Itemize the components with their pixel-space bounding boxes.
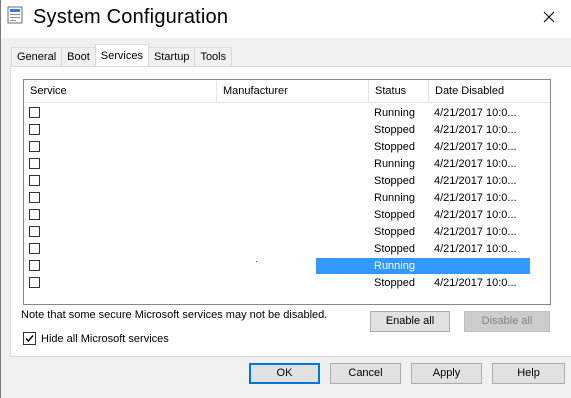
service-checkbox[interactable]	[29, 260, 40, 271]
system-configuration-window: System Configuration General Boot Servic…	[0, 0, 571, 398]
ok-button[interactable]: OK	[249, 363, 320, 384]
column-header-date-disabled[interactable]: Date Disabled	[429, 80, 529, 102]
enable-all-button[interactable]: Enable all	[370, 311, 450, 332]
column-header-service[interactable]: Service	[24, 80, 217, 102]
service-checkbox[interactable]	[29, 226, 40, 237]
service-date-disabled: 4/21/2017 10:0...	[434, 124, 517, 136]
service-status: Stopped	[374, 124, 415, 136]
service-status: Stopped	[374, 141, 415, 153]
window-title: System Configuration	[33, 6, 229, 28]
tab-boot[interactable]: Boot	[61, 47, 96, 66]
service-checkbox[interactable]	[29, 107, 40, 118]
list-item[interactable]: Running 4/21/2017 10:0...	[24, 105, 550, 122]
service-checkbox[interactable]	[29, 141, 40, 152]
hide-microsoft-services-label[interactable]: Hide all Microsoft services	[41, 333, 169, 345]
close-button[interactable]	[526, 0, 571, 36]
service-status: Stopped	[374, 209, 415, 221]
service-date-disabled: 4/21/2017 10:0...	[434, 226, 517, 238]
column-header-status[interactable]: Status	[369, 80, 429, 102]
secure-services-note: Note that some secure Microsoft services…	[21, 309, 328, 321]
list-item[interactable]: Stopped 4/21/2017 10:0...	[24, 139, 550, 156]
tab-strip: General Boot Services Startup Tools	[11, 44, 233, 67]
service-status: Running	[374, 192, 415, 204]
close-icon	[543, 11, 555, 26]
list-item[interactable]: Stopped 4/21/2017 10:0...	[24, 275, 550, 292]
stray-pixel	[256, 261, 257, 262]
list-item[interactable]: Running 4/21/2017 10:0...	[24, 156, 550, 173]
service-date-disabled: 4/21/2017 10:0...	[434, 192, 517, 204]
help-button[interactable]: Help	[492, 363, 565, 384]
list-item-selected[interactable]: Running	[24, 258, 550, 275]
service-date-disabled: 4/21/2017 10:0...	[434, 158, 517, 170]
services-list[interactable]: Service Manufacturer Status Date Disable…	[23, 79, 551, 305]
service-status: Stopped	[374, 243, 415, 255]
service-checkbox[interactable]	[29, 192, 40, 203]
service-status: Stopped	[374, 175, 415, 187]
service-date-disabled: 4/21/2017 10:0...	[434, 277, 517, 289]
services-panel: Service Manufacturer Status Date Disable…	[10, 66, 571, 357]
service-date-disabled: 4/21/2017 10:0...	[434, 175, 517, 187]
hide-microsoft-services-checkbox[interactable]	[23, 332, 36, 345]
list-item[interactable]: Stopped 4/21/2017 10:0...	[24, 122, 550, 139]
title-bar: System Configuration	[1, 0, 571, 38]
service-checkbox[interactable]	[29, 277, 40, 288]
service-status: Stopped	[374, 277, 415, 289]
list-item[interactable]: Stopped 4/21/2017 10:0...	[24, 224, 550, 241]
service-checkbox[interactable]	[29, 175, 40, 186]
tab-services[interactable]: Services	[94, 44, 149, 66]
cancel-button[interactable]: Cancel	[330, 363, 401, 384]
service-date-disabled: 4/21/2017 10:0...	[434, 107, 517, 119]
list-header: Service Manufacturer Status Date Disable…	[24, 80, 550, 103]
list-item[interactable]: Running 4/21/2017 10:0...	[24, 190, 550, 207]
tab-startup[interactable]: Startup	[147, 47, 196, 66]
service-status: Stopped	[374, 226, 415, 238]
service-checkbox[interactable]	[29, 158, 40, 169]
tab-general[interactable]: General	[11, 47, 63, 66]
service-checkbox[interactable]	[29, 124, 40, 135]
service-date-disabled: 4/21/2017 10:0...	[434, 209, 517, 221]
service-status: Running	[374, 158, 415, 170]
service-checkbox[interactable]	[29, 243, 40, 254]
apply-button[interactable]: Apply	[411, 363, 482, 384]
list-item[interactable]: Stopped 4/21/2017 10:0...	[24, 207, 550, 224]
service-status: Running	[374, 260, 415, 272]
selection-highlight	[316, 258, 530, 274]
disable-all-button[interactable]: Disable all	[464, 311, 550, 332]
service-date-disabled: 4/21/2017 10:0...	[434, 141, 517, 153]
list-item[interactable]: Stopped 4/21/2017 10:0...	[24, 173, 550, 190]
service-checkbox[interactable]	[29, 209, 40, 220]
service-date-disabled: 4/21/2017 10:0...	[434, 243, 517, 255]
hide-microsoft-services-option[interactable]: Hide all Microsoft services	[23, 332, 169, 345]
column-header-manufacturer[interactable]: Manufacturer	[217, 80, 369, 102]
service-status: Running	[374, 107, 415, 119]
tab-tools[interactable]: Tools	[194, 47, 233, 66]
list-item[interactable]: Stopped 4/21/2017 10:0...	[24, 241, 550, 258]
system-configuration-icon	[7, 6, 23, 24]
